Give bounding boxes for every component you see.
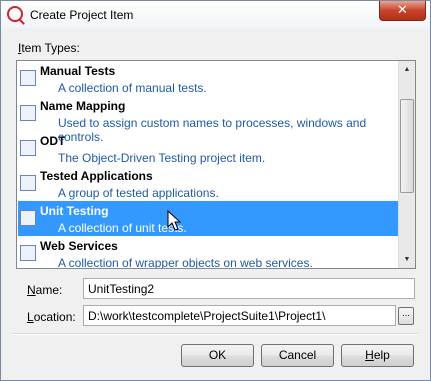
name-mapping-icon	[20, 105, 36, 121]
help-button[interactable]: Help	[341, 344, 414, 367]
list-item-name: Web Services	[40, 239, 118, 253]
list-item-description: A collection of wrapper objects on web s…	[58, 256, 313, 269]
web-services-icon	[20, 245, 36, 261]
list-item-name: Name Mapping	[40, 99, 126, 113]
list-item-description: Used to assign custom names to processes…	[58, 116, 367, 144]
unit-testing-icon	[20, 210, 36, 226]
testcomplete-app-icon	[7, 6, 23, 22]
list-item[interactable]: Name Mapping Used to assign custom names …	[18, 96, 398, 144]
scroll-thumb[interactable]	[400, 99, 414, 193]
list-item[interactable]: Manual Tests A collection of manual tests…	[18, 61, 398, 96]
ok-button[interactable]: OK	[181, 344, 254, 367]
location-label-text: ocation:	[33, 310, 76, 324]
manual-tests-icon	[20, 70, 36, 86]
create-project-item-dialog: Create Project Item ✕ Item Types: Web Se…	[0, 0, 431, 381]
name-label: Name:	[27, 283, 62, 297]
list-item-name: Unit Testing	[40, 204, 109, 218]
list-item-description: A group of tested applications.	[58, 186, 219, 200]
list-item-description: A collection of manual tests.	[58, 81, 207, 95]
name-label-text: ame:	[35, 283, 63, 297]
tested-applications-icon	[20, 175, 36, 191]
list-item[interactable]: Web Services A collection of wrapper obje…	[18, 236, 398, 269]
list-item-name: Manual Tests	[40, 64, 116, 78]
title-bar[interactable]: Create Project Item ✕	[1, 1, 430, 28]
odt-icon	[20, 140, 36, 156]
list-item[interactable]: Unit Testing A collection of unit tests.	[18, 201, 398, 236]
mouse-cursor-icon	[167, 210, 182, 231]
list-item-name: Tested Applications	[40, 169, 153, 183]
browse-button[interactable]: ...	[398, 307, 414, 325]
name-label-accesskey: N	[27, 283, 36, 297]
location-input[interactable]: D:\work\testcomplete\ProjectSuite1\Proje…	[83, 305, 396, 326]
cancel-button[interactable]: Cancel	[261, 344, 334, 367]
scroll-down-arrow-icon[interactable]: ▼	[399, 251, 415, 268]
list-item-description: The Object-Driven Testing project item.	[58, 151, 266, 165]
item-types-list[interactable]: Web Services A collection of wrapper obje…	[16, 60, 416, 269]
separator	[13, 333, 418, 335]
close-button[interactable]: ✕	[379, 1, 426, 21]
location-label: Location:	[27, 310, 76, 324]
scroll-up-arrow-icon[interactable]: ▲	[399, 61, 415, 78]
list-item[interactable]: Tested Applications A group of tested app…	[18, 166, 398, 201]
item-types-label: Item Types:	[18, 41, 80, 55]
vertical-scrollbar[interactable]: ▲ ▼	[398, 61, 415, 268]
location-label-accesskey: L	[27, 310, 34, 324]
window-title: Create Project Item	[30, 8, 134, 22]
help-button-accesskey: H	[365, 348, 374, 362]
name-input[interactable]: UnitTesting2	[83, 278, 415, 299]
item-types-label-text: tem Types:	[21, 41, 80, 55]
help-button-text: elp	[373, 348, 390, 362]
